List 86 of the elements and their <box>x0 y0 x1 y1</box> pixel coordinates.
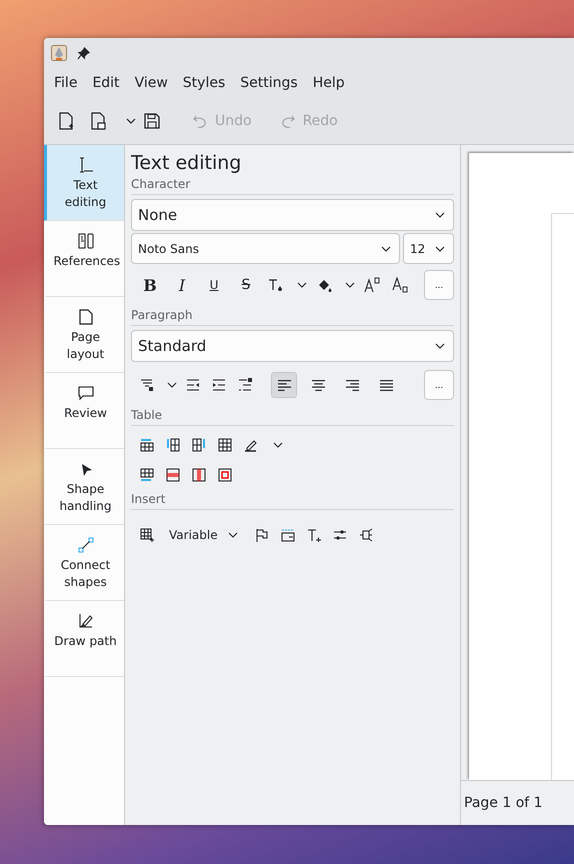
format-button[interactable]: S <box>233 272 259 298</box>
text-align-icon <box>380 378 392 392</box>
sidebar-tab-label: References <box>54 253 118 270</box>
section-heading: Table <box>131 406 454 426</box>
insert-table-icon[interactable] <box>140 528 154 542</box>
menu-item[interactable]: View <box>128 75 177 91</box>
connector-icon[interactable] <box>358 528 373 542</box>
sidebar-tab[interactable]: Text editing <box>44 145 124 221</box>
align-button[interactable] <box>271 372 297 398</box>
delete-column-icon[interactable] <box>192 468 206 482</box>
panel-title: Text editing <box>131 151 242 175</box>
menu-item[interactable]: Edit <box>86 75 129 91</box>
chevron-down-icon <box>228 532 238 538</box>
font-size-dropdown[interactable]: 12 <box>403 233 454 264</box>
insert-section-icon[interactable] <box>280 528 295 542</box>
menu-item[interactable]: File <box>48 75 86 91</box>
page-icon <box>78 309 92 325</box>
chevron-down-icon[interactable] <box>297 282 307 288</box>
chevron-down-icon <box>435 212 445 218</box>
sidebar-tab[interactable]: Shape handling <box>44 449 124 525</box>
section-heading: Character <box>131 175 454 195</box>
table-grid-icon[interactable] <box>218 438 232 452</box>
text-align-icon <box>346 378 358 392</box>
hanging-indent-icon[interactable] <box>238 378 252 392</box>
connector-line-icon <box>78 537 94 553</box>
pen-path-icon <box>78 613 94 629</box>
format-button[interactable]: U <box>201 272 227 298</box>
menu-item[interactable]: Styles <box>176 75 234 91</box>
format-button[interactable]: B <box>137 272 163 298</box>
sidebar-tab-label: Text editing <box>64 177 108 211</box>
superscript-icon[interactable] <box>364 277 380 293</box>
sidebar-tab-label: Review <box>64 405 107 422</box>
chevron-down-icon[interactable] <box>167 382 177 388</box>
format-button[interactable]: I <box>169 272 195 298</box>
delete-row-icon[interactable] <box>166 468 180 482</box>
text-cursor-icon <box>78 157 94 173</box>
chevron-down-icon <box>381 246 391 252</box>
chevron-down-icon[interactable] <box>345 282 355 288</box>
text-align-icon <box>278 378 290 392</box>
more-options-button[interactable]: ... <box>424 370 454 400</box>
sidebar-tab-label: Shape handling <box>58 481 113 515</box>
speech-bubble-icon <box>78 385 94 401</box>
page-counter: Page 1 of 1 <box>464 795 543 811</box>
insert-row-below-icon[interactable] <box>140 468 154 482</box>
insert-text-icon[interactable] <box>306 528 321 542</box>
undo-icon <box>192 113 208 129</box>
insert-column-left-icon[interactable] <box>166 438 180 452</box>
decrease-indent-icon[interactable] <box>186 378 200 392</box>
more-options-button[interactable]: ... <box>424 270 454 300</box>
document-columns-icon <box>78 233 94 249</box>
character-style-dropdown[interactable]: None <box>131 199 454 231</box>
sidebar-tab[interactable]: Page layout <box>44 297 124 373</box>
delete-table-icon[interactable] <box>218 468 232 482</box>
document-icon[interactable] <box>90 112 106 130</box>
flag-icon[interactable] <box>254 528 269 542</box>
pin-icon[interactable] <box>77 46 90 60</box>
chevron-down-icon <box>435 246 445 252</box>
insert-column-right-icon[interactable] <box>192 438 206 452</box>
sidebar-tab[interactable]: References <box>44 221 124 297</box>
text-align-icon <box>312 378 324 392</box>
subscript-icon[interactable] <box>392 277 408 293</box>
text-color-icon[interactable] <box>268 277 284 293</box>
sidebar-tab[interactable]: Review <box>44 373 124 449</box>
font-family-dropdown[interactable]: Noto Sans <box>131 233 400 264</box>
chevron-down-icon <box>435 343 445 349</box>
list-style-icon[interactable] <box>140 378 154 392</box>
increase-indent-icon[interactable] <box>212 378 226 392</box>
section-heading: Insert <box>131 490 454 510</box>
chevron-down-icon[interactable] <box>273 442 283 448</box>
new-document-icon[interactable] <box>58 112 74 130</box>
sidebar-tab-label: Draw path <box>54 633 117 650</box>
menu-item[interactable]: Settings <box>234 75 307 91</box>
save-icon[interactable] <box>144 113 160 129</box>
section-heading: Paragraph <box>131 306 454 326</box>
sidebar-tab[interactable]: Draw path <box>44 601 124 677</box>
chevron-down-icon[interactable] <box>126 118 136 124</box>
paragraph-style-dropdown[interactable]: Standard <box>131 330 454 362</box>
variable-dropdown[interactable]: Variable <box>163 528 244 542</box>
sliders-icon[interactable] <box>332 528 347 542</box>
app-icon[interactable] <box>51 45 67 61</box>
sidebar-tab-label: Connect shapes <box>60 557 112 591</box>
sidebar-tab[interactable]: Connect shapes <box>44 525 124 601</box>
redo-icon <box>280 113 296 129</box>
insert-row-above-icon[interactable] <box>140 438 154 452</box>
sidebar-tab-label: Page layout <box>66 329 106 363</box>
menu-item[interactable]: Help <box>306 75 354 91</box>
